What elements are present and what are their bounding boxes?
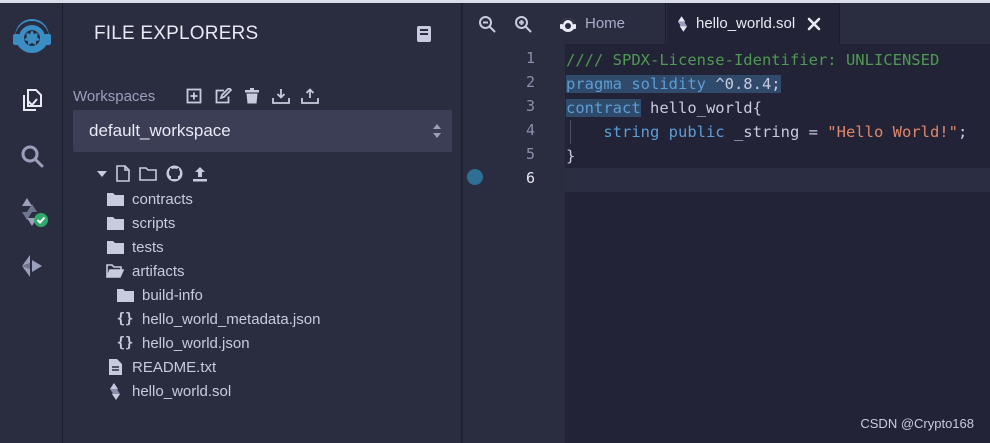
folder-icon (116, 286, 134, 304)
new-folder-icon[interactable] (139, 166, 157, 181)
code-line-1: //// SPDX-License-Identifier: UNLICENSED (565, 48, 990, 72)
tree-item-label: README.txt (132, 358, 217, 376)
code-comment: //// SPDX-License-Identifier: UNLICENSED (566, 51, 940, 69)
code-text: ^0.8.4; (705, 75, 781, 93)
indent-guide (570, 120, 571, 144)
tree-item-build-info[interactable]: build-info (116, 283, 203, 307)
code-string: "Hello World!" (827, 123, 958, 141)
code-line-3: contract hello_world{ (565, 96, 990, 120)
code-line-5: } (565, 144, 990, 168)
folder-open-icon (106, 262, 124, 280)
tree-toolbar (97, 165, 208, 182)
tree-item-label: build-info (142, 286, 203, 304)
json-file-icon: {} (116, 311, 134, 327)
create-workspace-icon[interactable] (185, 87, 203, 105)
delete-workspace-icon[interactable] (243, 87, 261, 105)
workspace-selected-value: default_workspace (89, 121, 231, 140)
json-file-icon: {} (116, 335, 134, 351)
download-workspace-icon[interactable] (272, 87, 290, 105)
tree-item-label: hello_world.json (142, 334, 250, 352)
home-remix-icon (559, 15, 577, 33)
solidity-compiler-icon[interactable] (15, 195, 49, 229)
close-tab-icon[interactable] (807, 17, 821, 31)
tree-item-tests[interactable]: tests (106, 235, 164, 259)
line-number: 5 (525, 145, 535, 163)
folder-icon (106, 238, 124, 256)
tab-hello-world-sol[interactable]: hello_world.sol (667, 3, 840, 44)
tree-item-label: contracts (132, 190, 193, 208)
tree-item-label: hello_world_metadata.json (142, 310, 321, 328)
tab-home[interactable]: Home (549, 3, 666, 44)
file-explorer-panel: FILE EXPLORERS Workspaces default_worksp… (63, 3, 462, 443)
text-file-icon (106, 358, 124, 376)
code-keyword: pragma solidity (566, 75, 706, 93)
line-number: 1 (525, 49, 535, 67)
new-file-icon[interactable] (116, 165, 130, 182)
tree-item-hello-world-json[interactable]: {} hello_world.json (116, 331, 250, 355)
deploy-run-icon[interactable] (15, 249, 49, 283)
tree-item-label: hello_world.sol (132, 382, 232, 400)
line-number-active: 6 (525, 169, 535, 187)
tab-label: hello_world.sol (696, 15, 796, 32)
editor-tabbar: Home hello_world.sol (463, 3, 990, 44)
line-number: 2 (525, 73, 535, 91)
solidity-file-icon (106, 382, 124, 400)
workspaces-label: Workspaces (73, 88, 156, 105)
tree-item-label: artifacts (132, 262, 185, 280)
select-arrows-icon (432, 123, 442, 144)
workspace-select[interactable]: default_workspace (73, 110, 452, 152)
solidity-file-icon (677, 15, 688, 32)
folder-icon (106, 190, 124, 208)
editor-area: Home hello_world.sol 1 2 3 4 5 6 //// SP… (463, 3, 990, 443)
folder-icon (106, 214, 124, 232)
file-explorer-icon[interactable] (15, 83, 49, 117)
code-text: ; (957, 123, 968, 141)
watermark: CSDN @Crypto168 (860, 416, 974, 431)
editor-gutter: 1 2 3 4 5 6 (463, 44, 565, 443)
line-number: 3 (525, 97, 535, 115)
search-icon[interactable] (15, 139, 49, 173)
rename-workspace-icon[interactable] (214, 87, 232, 105)
code-line-4: string public _string = "Hello World!"; (565, 120, 990, 144)
code-text: } (566, 147, 576, 165)
zoom-in-icon[interactable] (514, 15, 532, 38)
tree-item-scripts[interactable]: scripts (106, 211, 175, 235)
github-icon[interactable] (166, 165, 183, 182)
workspace-actions (185, 87, 319, 105)
tree-item-hello-world-metadata-json[interactable]: {} hello_world_metadata.json (116, 307, 321, 331)
tab-label: Home (585, 15, 626, 32)
restore-workspace-icon[interactable] (301, 87, 319, 105)
code-text: _string = (724, 123, 828, 141)
remix-logo-icon[interactable] (8, 13, 56, 57)
code-line-6-current (565, 168, 990, 192)
tree-item-hello-world-sol[interactable]: hello_world.sol (106, 379, 231, 403)
caret-down-icon[interactable] (97, 170, 107, 178)
upload-file-icon[interactable] (192, 166, 208, 182)
tree-item-label: tests (132, 238, 164, 256)
code-text: hello_world{ (640, 99, 762, 117)
breakpoint-dot[interactable] (467, 169, 483, 185)
zoom-out-icon[interactable] (478, 15, 496, 38)
code-keyword: contract (566, 99, 641, 117)
tree-item-readme-txt[interactable]: README.txt (106, 355, 216, 379)
line-number: 4 (525, 121, 535, 139)
tree-item-label: scripts (132, 214, 176, 232)
panel-title: FILE EXPLORERS (94, 23, 259, 44)
code-area[interactable]: //// SPDX-License-Identifier: UNLICENSED… (565, 44, 990, 443)
code-keyword: string public (566, 123, 725, 141)
tree-item-artifacts[interactable]: artifacts (106, 259, 185, 283)
code-line-2: pragma solidity ^0.8.4; (565, 72, 990, 96)
documentation-book-icon[interactable] (416, 25, 432, 48)
icon-rail (0, 3, 63, 443)
tree-item-contracts[interactable]: contracts (106, 187, 193, 211)
